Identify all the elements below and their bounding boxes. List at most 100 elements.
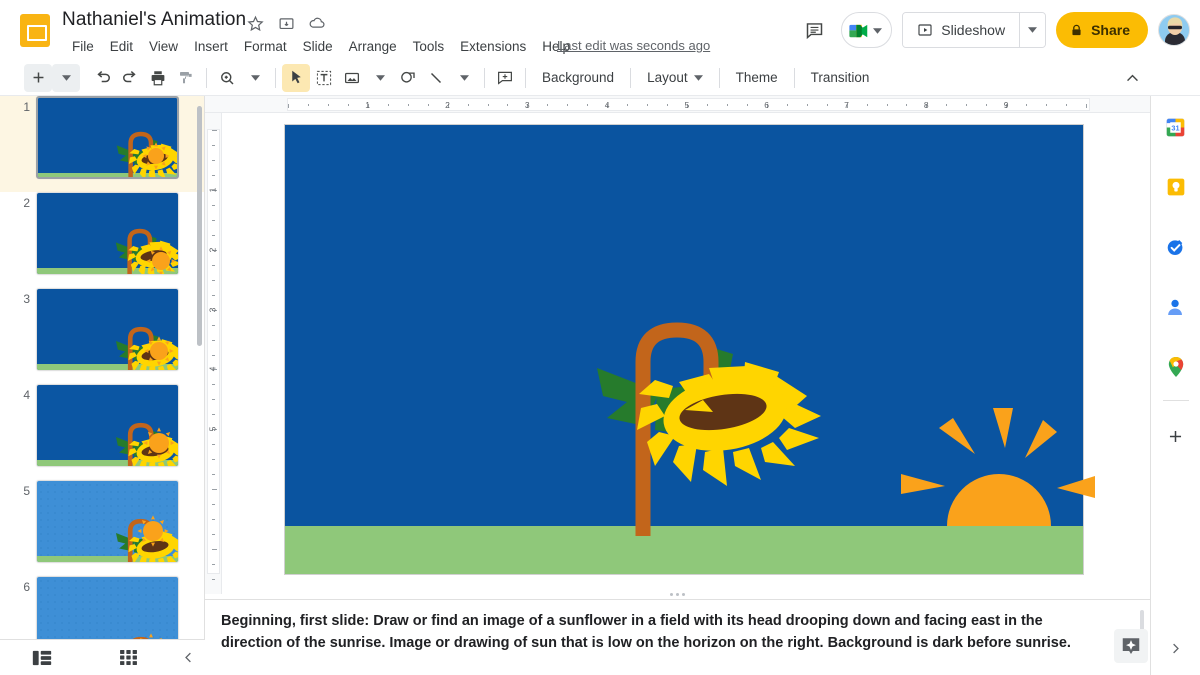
shape-button[interactable] [394, 64, 422, 92]
horizontal-ruler[interactable]: 123456789 [205, 96, 1150, 113]
print-button[interactable] [144, 64, 172, 92]
speaker-notes-text[interactable]: Beginning, first slide: Draw or find an … [221, 610, 1090, 654]
ruler-h-label: 6 [764, 100, 769, 110]
slide-filmstrip[interactable]: 12 3456 [0, 96, 205, 639]
line-button[interactable] [422, 64, 450, 92]
last-edit-status[interactable]: Last edit was seconds ago [557, 38, 710, 53]
comment-history-icon[interactable] [797, 13, 831, 47]
slide-number: 2 [0, 192, 36, 210]
add-comment-button[interactable] [491, 64, 519, 92]
new-slide-button[interactable] [24, 64, 52, 92]
redo-button[interactable] [116, 64, 144, 92]
google-meet-icon [848, 22, 870, 38]
layout-label: Layout [647, 70, 688, 85]
play-box-icon [917, 22, 933, 38]
meet-caret-icon[interactable] [873, 21, 882, 39]
slide-canvas[interactable] [285, 125, 1083, 574]
slide-number: 6 [0, 576, 36, 594]
sun-drawing[interactable] [897, 406, 1097, 526]
transition-button[interactable]: Transition [801, 64, 880, 92]
slide-thumbnail[interactable] [36, 288, 179, 371]
star-icon[interactable] [246, 14, 264, 32]
collapse-filmstrip-button[interactable] [172, 650, 204, 665]
select-tool-button[interactable] [282, 64, 310, 92]
google-tasks-icon[interactable] [1159, 230, 1193, 264]
grid-view-icon [120, 650, 137, 665]
move-to-folder-icon[interactable] [277, 14, 295, 32]
google-maps-icon[interactable] [1159, 350, 1193, 384]
svg-text:31: 31 [1171, 123, 1179, 132]
slide-thumbnail[interactable] [36, 480, 179, 563]
filmstrip-view-button[interactable] [0, 650, 84, 666]
slideshow-dropdown-caret[interactable] [1019, 13, 1045, 47]
line-icon [427, 69, 445, 87]
paint-roller-icon [177, 69, 195, 87]
ruler-v-label: 2 [207, 247, 217, 252]
theme-button[interactable]: Theme [726, 64, 788, 92]
ruler-h-label: 4 [605, 100, 610, 110]
zoom-button[interactable] [213, 64, 241, 92]
slide-thumbnail[interactable] [36, 96, 179, 179]
menu-view[interactable]: View [141, 37, 186, 56]
slide-thumbnail[interactable] [36, 576, 179, 639]
text-box-button[interactable] [310, 64, 338, 92]
cloud-saved-icon[interactable] [308, 14, 326, 32]
menu-extensions[interactable]: Extensions [452, 37, 534, 56]
slide-thumbnail[interactable] [36, 384, 179, 467]
slide-thumbnail-item[interactable]: 6 [0, 576, 204, 639]
textbox-icon [315, 69, 333, 87]
add-on-plus-icon[interactable] [1159, 419, 1193, 453]
user-avatar[interactable] [1158, 14, 1190, 46]
speaker-notes-pane[interactable]: Beginning, first slide: Draw or find an … [205, 599, 1150, 675]
grid-view-button[interactable] [84, 650, 172, 665]
slide-thumbnail-item[interactable]: 1 [0, 96, 204, 192]
side-panel-rail: 31 [1150, 96, 1200, 675]
slide-thumbnail-item[interactable]: 5 [0, 480, 204, 576]
background-button[interactable]: Background [532, 64, 624, 92]
slideshow-button[interactable]: Slideshow [903, 13, 1019, 47]
menu-file[interactable]: File [64, 37, 102, 56]
slide-thumbnail-item[interactable]: 4 [0, 384, 204, 480]
ruler-h-label: 7 [844, 100, 849, 110]
sunflower-drawing[interactable] [581, 310, 841, 570]
menu-slide[interactable]: Slide [295, 37, 341, 56]
menu-insert[interactable]: Insert [186, 37, 236, 56]
plus-icon [1166, 427, 1185, 446]
layout-button[interactable]: Layout [637, 64, 713, 92]
slide-editor-area: 123456789 12345 [205, 96, 1150, 594]
slide-thumbnail[interactable] [36, 192, 179, 275]
filmstrip-scrollbar[interactable] [197, 106, 202, 346]
google-calendar-icon[interactable]: 31 [1159, 110, 1193, 144]
cursor-arrow-icon [288, 69, 305, 86]
insert-image-button[interactable] [338, 64, 366, 92]
slide-thumbnail-item[interactable]: 3 [0, 288, 204, 384]
chevron-left-icon [181, 650, 196, 665]
collapse-toolbar-button[interactable] [1118, 64, 1146, 92]
ruler-v-label: 1 [207, 187, 217, 192]
explore-button[interactable] [1114, 629, 1148, 663]
google-meet-button[interactable] [841, 12, 892, 48]
menu-tools[interactable]: Tools [405, 37, 453, 56]
menu-edit[interactable]: Edit [102, 37, 141, 56]
thumbnail-art [37, 481, 178, 562]
undo-button[interactable] [88, 64, 116, 92]
menu-bar: File Edit View Insert Format Slide Arran… [64, 37, 578, 56]
image-dropdown-caret[interactable] [366, 64, 394, 92]
new-slide-dropdown-caret[interactable] [52, 64, 80, 92]
menu-arrange[interactable]: Arrange [341, 37, 405, 56]
explore-icon [1120, 635, 1142, 657]
expand-side-panel-icon[interactable] [1159, 631, 1193, 665]
shape-icon [399, 69, 417, 87]
google-contacts-icon[interactable] [1159, 290, 1193, 324]
rail-divider [1163, 400, 1189, 401]
line-dropdown-caret[interactable] [450, 64, 478, 92]
google-keep-icon[interactable] [1159, 170, 1193, 204]
paint-format-button[interactable] [172, 64, 200, 92]
vertical-ruler[interactable]: 12345 [205, 113, 222, 594]
menu-format[interactable]: Format [236, 37, 295, 56]
slide-thumbnail-item[interactable]: 2 [0, 192, 204, 288]
share-button[interactable]: Share [1056, 12, 1148, 48]
notes-resize-handle[interactable] [205, 590, 1150, 599]
zoom-dropdown-caret[interactable] [241, 64, 269, 92]
document-title[interactable]: Nathaniel's Animation [62, 9, 246, 31]
